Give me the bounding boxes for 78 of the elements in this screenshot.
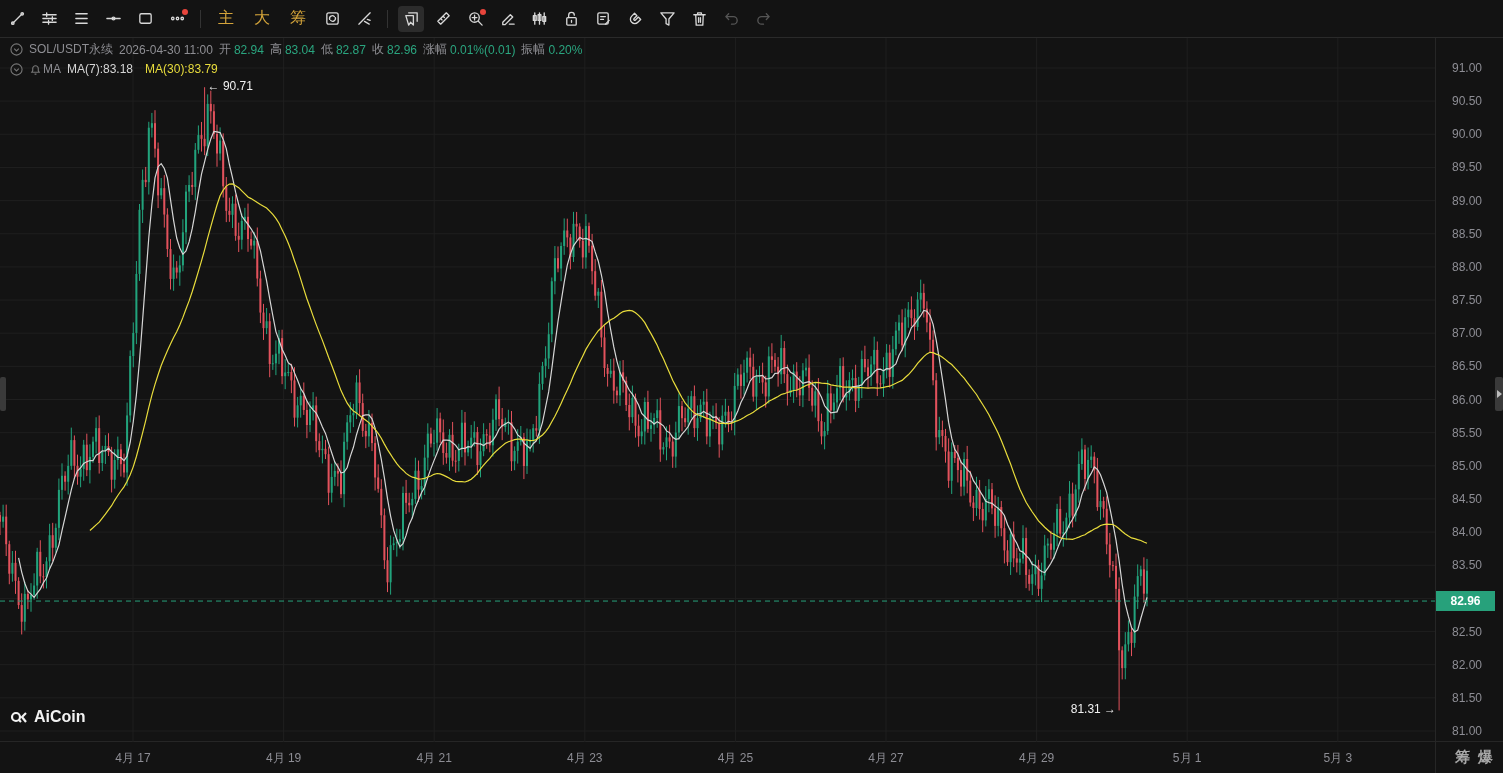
indicator-name: MA <box>43 62 61 76</box>
date-tick-label: 4月 19 <box>265 750 302 767</box>
caret-icon <box>1496 390 1502 398</box>
lines-icon <box>72 10 90 27</box>
indicator-value: MA(7):83.18 <box>67 62 134 76</box>
cursor-tool-button[interactable] <box>398 5 424 32</box>
trash-icon <box>690 10 708 27</box>
price-tick-label: 84.50 <box>1451 491 1482 506</box>
logo-icon <box>10 709 30 725</box>
date-tick-label: 5月 3 <box>1323 750 1353 767</box>
price-tick-label: 91.00 <box>1451 61 1482 75</box>
price-tick-label: 84.00 <box>1451 525 1482 540</box>
panel-toggle-handle[interactable] <box>1495 377 1503 411</box>
cursor-icon <box>402 10 420 27</box>
collapse-icon[interactable] <box>10 43 23 56</box>
field-label: 高 <box>269 41 282 58</box>
chart-mode-button[interactable]: 爆 <box>1478 748 1493 767</box>
symbol-name: SOL/USDT永续 <box>29 41 113 58</box>
date-tick-label: 4月 23 <box>567 750 603 767</box>
filter-icon <box>658 10 676 27</box>
date-tick-label: 4月 21 <box>416 750 452 767</box>
field-value: 0.01%(0.01) <box>450 42 516 57</box>
field-label: 低 <box>320 41 333 58</box>
field-value: 0.20% <box>548 42 583 57</box>
price-tick-label: 86.50 <box>1451 359 1482 374</box>
price-tick-label: 88.50 <box>1451 226 1482 241</box>
field-value: 82.94 <box>233 42 264 57</box>
note-icon <box>594 10 612 27</box>
rectangle-icon <box>136 10 154 27</box>
indicator-tab[interactable]: 筹 <box>283 5 313 32</box>
field-value: 82.96 <box>386 42 417 57</box>
price-tick-label: 81.50 <box>1451 690 1482 705</box>
price-tick-label: 82.50 <box>1451 624 1482 639</box>
candles-icon <box>530 10 548 27</box>
price-tick-label: 90.00 <box>1451 127 1482 142</box>
undo-icon <box>722 10 740 27</box>
indicator-tab[interactable]: 主 <box>211 5 241 32</box>
field-label: 收 <box>371 41 384 58</box>
sync-icon <box>323 10 341 27</box>
price-tick-label: 89.50 <box>1451 160 1482 175</box>
line-tool-icon <box>8 10 26 27</box>
date-tick-label: 4月 17 <box>115 750 151 767</box>
price-tick-label: 87.50 <box>1451 293 1482 308</box>
price-tick-label: 89.00 <box>1451 193 1482 208</box>
date-tick-label: 5月 1 <box>1172 750 1202 767</box>
bell-icon[interactable] <box>29 62 42 76</box>
field-value: 83.04 <box>284 42 315 57</box>
field-label: 开 <box>218 41 231 58</box>
ruler-icon <box>434 10 452 27</box>
price-tick-label: 82.00 <box>1451 657 1482 672</box>
price-tick-label: 88.00 <box>1451 259 1482 274</box>
price-tick-label: 87.00 <box>1451 326 1482 341</box>
field-label: 振幅 <box>521 41 546 58</box>
parallel-lines-icon <box>40 10 58 27</box>
price-tick-label: 90.50 <box>1451 94 1482 109</box>
field-value: 82.87 <box>335 42 366 57</box>
chart-mode-button[interactable]: 筹 <box>1455 748 1470 767</box>
panel-toggle-handle[interactable] <box>0 377 6 411</box>
date-tick-label: 4月 27 <box>868 750 904 767</box>
low-price-marker: 81.31 → <box>1070 702 1117 717</box>
candle-datetime: 2026-04-30 11:00 <box>119 42 213 57</box>
price-tick-label: 86.00 <box>1451 392 1482 407</box>
field-label: 涨幅 <box>423 41 447 58</box>
price-tick-label: 81.00 <box>1451 724 1482 738</box>
zoom-in-icon <box>466 10 484 27</box>
indicator-tab[interactable]: 大 <box>247 5 277 32</box>
current-price-tag: 82.96 <box>1436 591 1495 612</box>
high-price-marker: ← 90.71 <box>207 79 253 94</box>
date-tick-label: 4月 25 <box>717 750 754 767</box>
price-tick-label: 85.00 <box>1451 458 1482 473</box>
indicator-value: MA(30):83.79 <box>145 62 218 76</box>
price-tick-label: 83.50 <box>1451 558 1482 573</box>
price-tick-label: 85.50 <box>1451 425 1482 440</box>
collapse-icon[interactable] <box>10 62 23 76</box>
trend-line-icon <box>355 10 373 27</box>
logo-text: AiCoin <box>34 708 86 726</box>
redo-icon <box>754 10 772 27</box>
date-tick-label: 4月 29 <box>1018 750 1055 767</box>
